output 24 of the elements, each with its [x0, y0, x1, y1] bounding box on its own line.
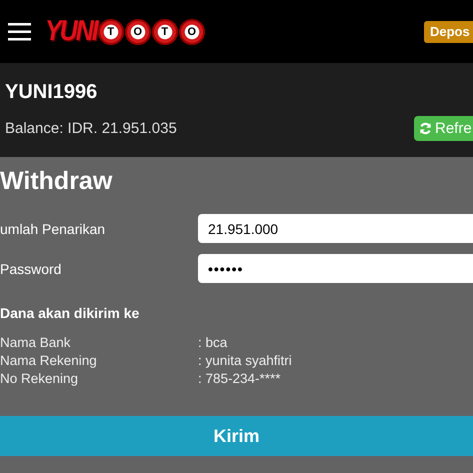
- deposit-button[interactable]: Depos: [424, 20, 473, 42]
- logo-ball: T: [98, 18, 124, 44]
- refresh-button[interactable]: Refre: [414, 116, 473, 141]
- logo-text: YUNI: [45, 14, 97, 48]
- refresh-icon: [419, 122, 432, 135]
- logo-ball: T: [152, 18, 178, 44]
- detail-label: No Rekening: [0, 371, 80, 386]
- page-title: Withdraw: [0, 167, 114, 196]
- detail-label: Nama Bank: [0, 335, 72, 350]
- detail-value: : 785-234-****: [198, 371, 282, 386]
- detail-value: : bca: [198, 335, 228, 350]
- field-label: umlah Penarikan: [0, 220, 106, 236]
- password-field[interactable]: ••••••: [198, 254, 473, 283]
- submit-button[interactable]: Kirim: [0, 416, 473, 456]
- username: YUNI1996: [5, 81, 98, 104]
- logo-ball: O: [178, 18, 205, 44]
- menu-icon[interactable]: [8, 22, 31, 41]
- detail-label: Nama Rekening: [0, 353, 98, 368]
- logo-ball: O: [124, 18, 151, 44]
- section-heading: Dana akan dikirim ke: [0, 305, 140, 321]
- field-label: Password: [0, 260, 62, 276]
- balance-text: Balance: IDR. 21.951.035: [5, 120, 177, 137]
- amount-field[interactable]: 21.951.000: [198, 214, 473, 243]
- detail-value: : yunita syahfitri: [198, 353, 293, 368]
